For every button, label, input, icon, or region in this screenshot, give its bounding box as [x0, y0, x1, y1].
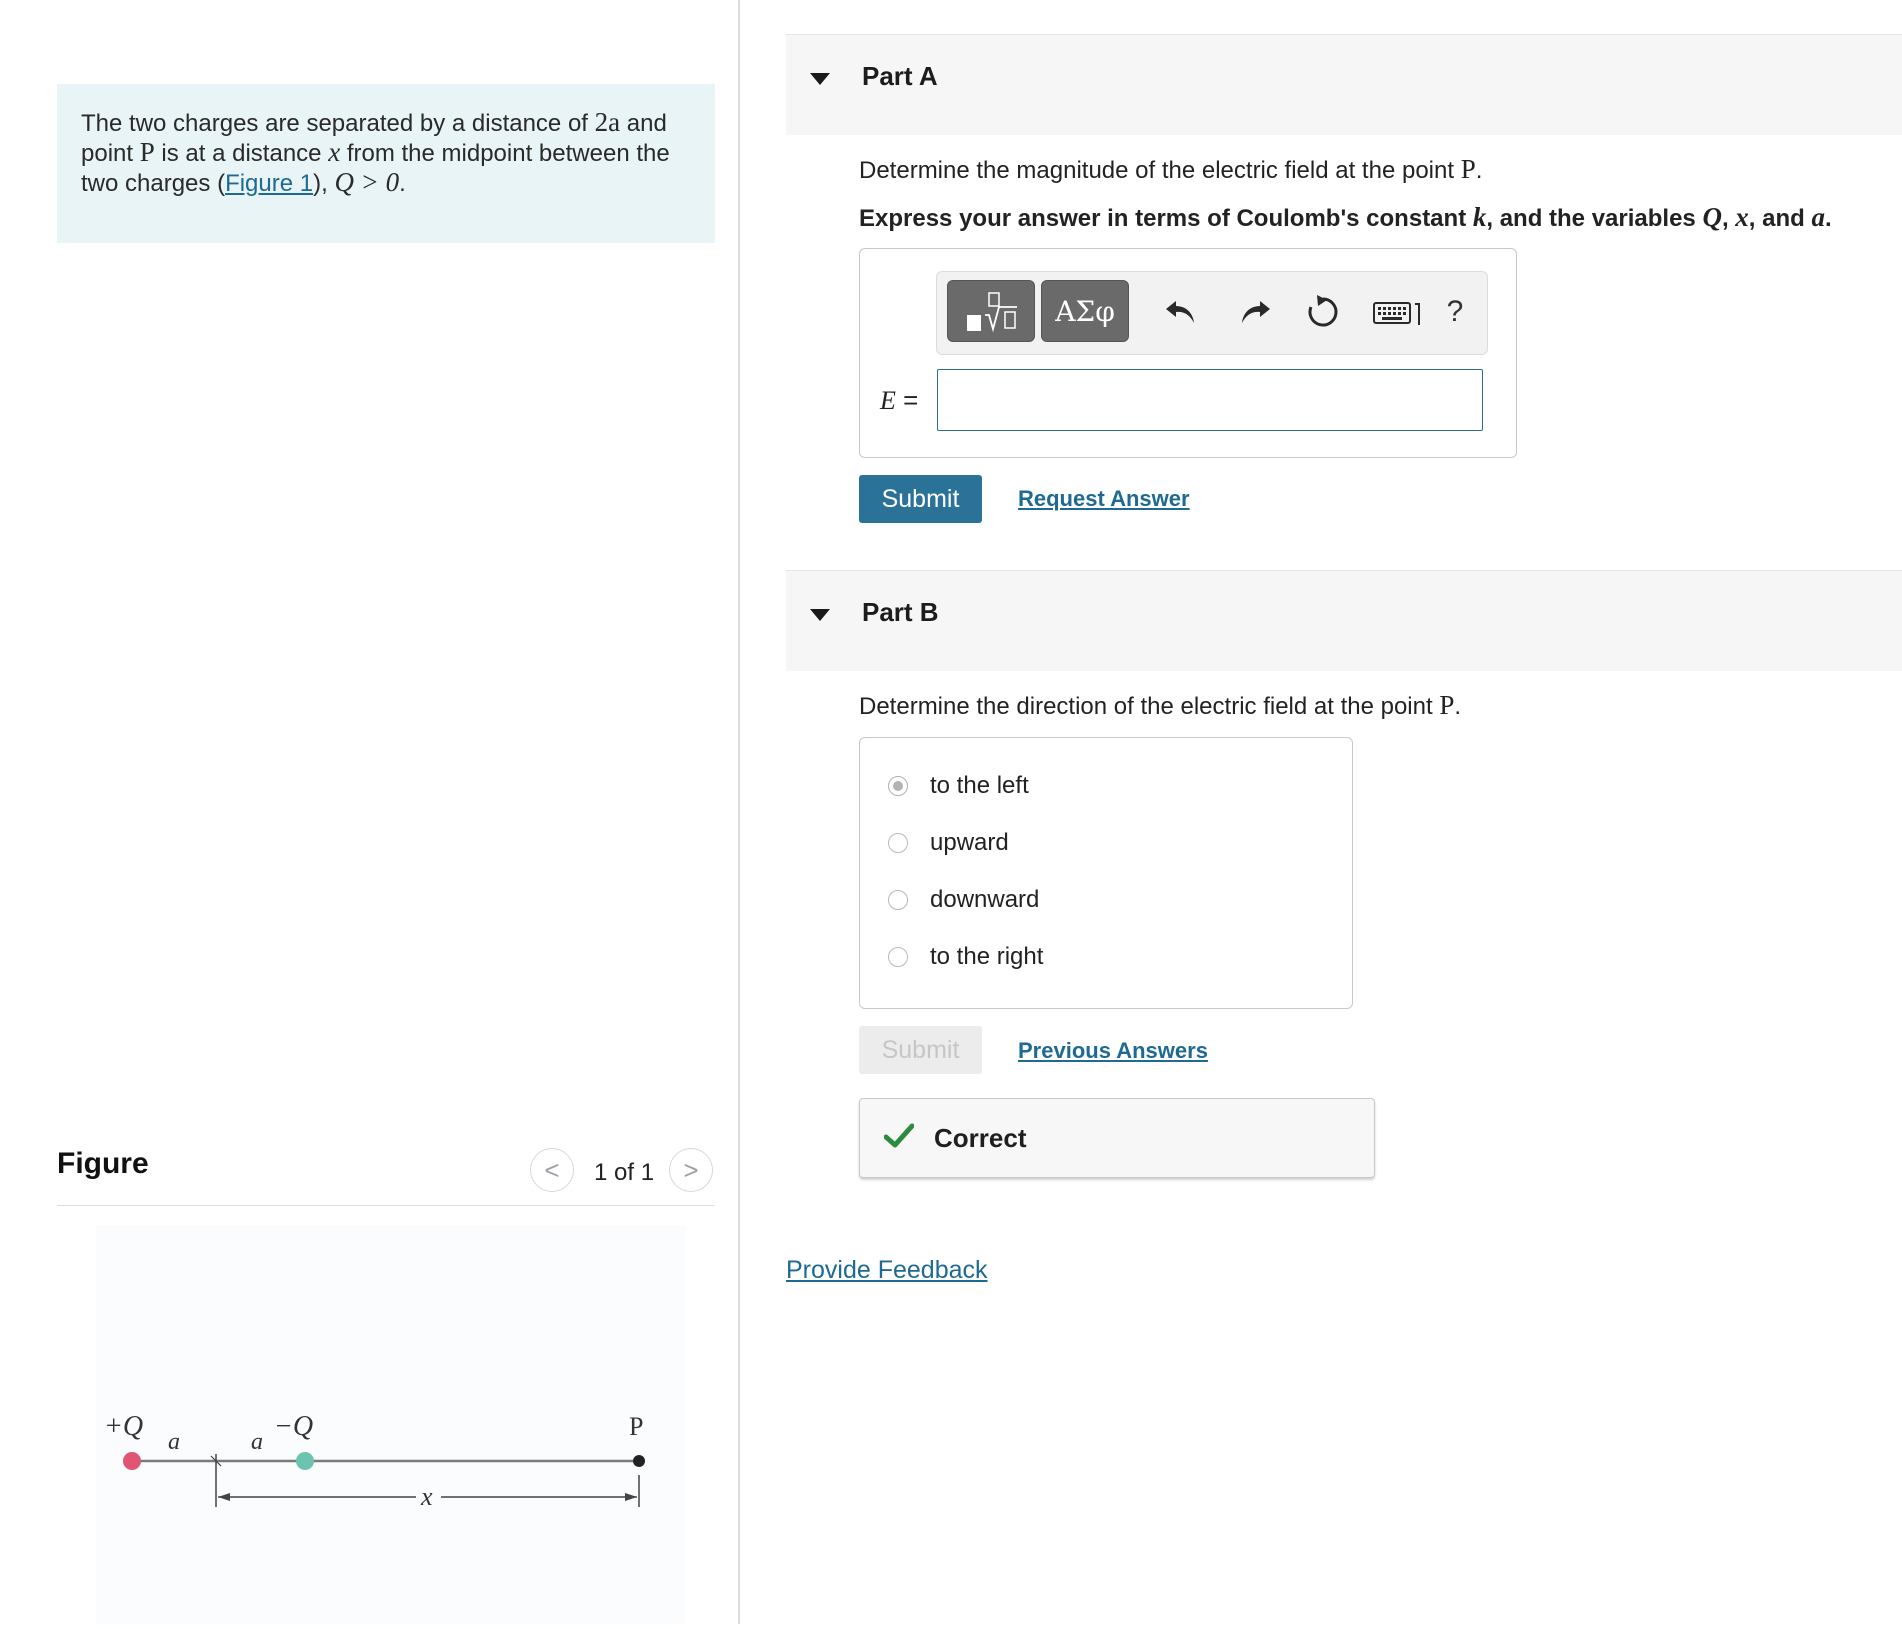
- figure-next-button[interactable]: >: [669, 1148, 713, 1192]
- symbols-button[interactable]: ΑΣφ: [1041, 280, 1129, 342]
- var-x: x: [328, 137, 341, 167]
- reset-button[interactable]: [1301, 290, 1345, 334]
- figure-divider: [57, 1205, 715, 1206]
- request-answer-link[interactable]: Request Answer: [1018, 486, 1190, 512]
- keyboard-button[interactable]: [1371, 290, 1429, 334]
- help-button[interactable]: ?: [1433, 290, 1477, 334]
- var-2a: 2a: [594, 107, 621, 137]
- part-a-submit-button[interactable]: Submit: [859, 475, 982, 523]
- figure-link[interactable]: Figure 1: [225, 170, 313, 197]
- templates-icon: [967, 292, 1017, 333]
- provide-feedback-link[interactable]: Provide Feedback: [786, 1256, 988, 1285]
- previous-answers-link[interactable]: Previous Answers: [1018, 1038, 1208, 1064]
- equation-label: E =: [880, 385, 919, 415]
- undo-button[interactable]: [1159, 290, 1203, 334]
- radio-button[interactable]: [888, 947, 908, 967]
- correct-feedback: Correct: [859, 1098, 1375, 1178]
- answer-input[interactable]: [937, 369, 1483, 431]
- undo-icon: [1166, 301, 1194, 323]
- caret-down-icon: [810, 73, 830, 85]
- choice-to-the-left[interactable]: to the left: [888, 768, 1029, 804]
- templates-button[interactable]: [947, 280, 1035, 342]
- greek-symbols-icon: ΑΣφ: [1055, 294, 1115, 328]
- part-b-prompt: Determine the direction of the electric …: [859, 690, 1462, 720]
- radio-button[interactable]: [888, 833, 908, 853]
- label-x: x: [420, 1482, 433, 1511]
- keyboard-icon: [1373, 302, 1420, 325]
- choices-box: to the left upward downward to the right: [859, 737, 1353, 1009]
- var-q-condition: Q > 0: [334, 167, 400, 197]
- charges-diagram: +Q a a −Q P x: [104, 1411, 645, 1511]
- var-p: P: [139, 137, 155, 167]
- reset-icon: [1308, 295, 1338, 327]
- positive-charge: [123, 1452, 141, 1470]
- arrowhead-left: [218, 1493, 230, 1501]
- label-plus-q: +Q: [104, 1411, 143, 1442]
- math-toolbar: ΑΣφ ?: [936, 271, 1488, 355]
- caret-down-icon: [810, 609, 830, 621]
- point-p: [633, 1455, 645, 1467]
- label-a-left: a: [168, 1429, 180, 1455]
- label-a-right: a: [251, 1429, 263, 1455]
- figure-prev-button[interactable]: <: [530, 1148, 574, 1192]
- choice-to-the-right[interactable]: to the right: [888, 939, 1043, 975]
- part-a-header[interactable]: Part A: [786, 34, 1902, 135]
- feedback-text: Correct: [934, 1123, 1027, 1153]
- part-a-prompt: Determine the magnitude of the electric …: [859, 154, 1483, 184]
- redo-icon: [1242, 301, 1270, 323]
- column-divider: [738, 0, 740, 1624]
- figure-heading: Figure: [57, 1147, 149, 1180]
- chevron-left-icon: <: [544, 1154, 560, 1185]
- redo-button[interactable]: [1233, 290, 1277, 334]
- chevron-right-icon: >: [683, 1154, 699, 1185]
- part-b-title: Part B: [862, 597, 939, 627]
- checkmark-icon: [884, 1123, 914, 1148]
- radio-button[interactable]: [888, 890, 908, 910]
- part-a-title: Part A: [862, 61, 938, 91]
- radio-button[interactable]: [888, 776, 908, 796]
- negative-charge: [296, 1452, 314, 1470]
- answer-box: ΑΣφ ? E =: [859, 248, 1517, 458]
- problem-line-2: point P is at a distance x from the midp…: [81, 137, 670, 168]
- label-minus-q: −Q: [274, 1411, 313, 1442]
- arrowhead-right: [625, 1493, 637, 1501]
- label-point-p: P: [629, 1412, 643, 1441]
- help-icon: ?: [1446, 295, 1464, 328]
- problem-statement: The two charges are separated by a dista…: [57, 84, 715, 243]
- choice-downward[interactable]: downward: [888, 882, 1039, 918]
- figure-panel: +Q a a −Q P x: [96, 1225, 686, 1624]
- part-b-header[interactable]: Part B: [786, 570, 1902, 671]
- figure-pager-count: 1 of 1: [594, 1159, 655, 1186]
- part-a-instructions: Express your answer in terms of Coulomb'…: [859, 202, 1832, 232]
- problem-line-1: The two charges are separated by a dista…: [81, 107, 667, 138]
- choice-upward[interactable]: upward: [888, 825, 1009, 861]
- part-b-submit-button[interactable]: Submit: [859, 1026, 982, 1074]
- problem-line-3: two charges (Figure 1), Q > 0.: [81, 167, 406, 198]
